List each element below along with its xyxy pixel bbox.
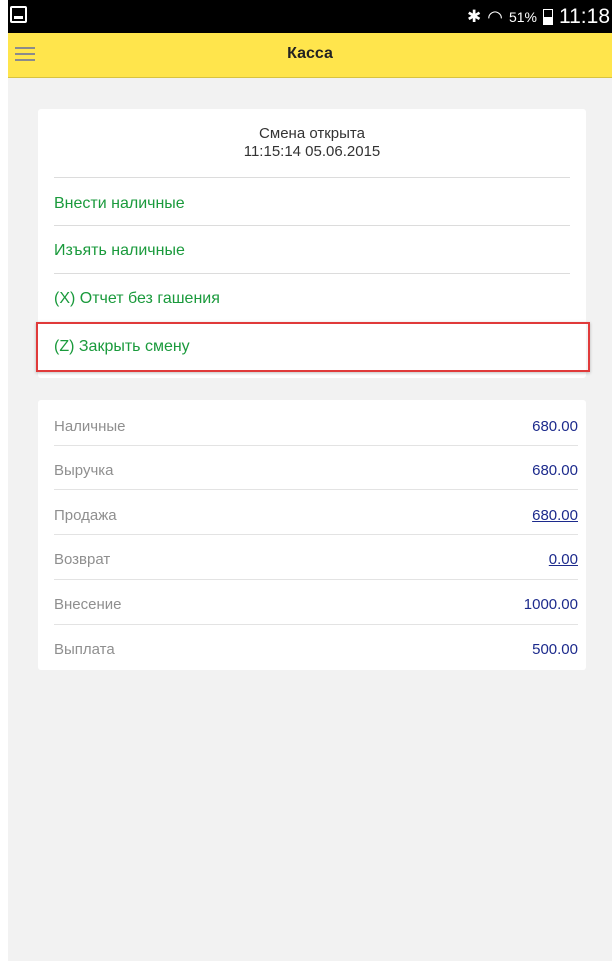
x-report-button[interactable]: (X) Отчет без гашения (54, 277, 570, 321)
summary-row-deposit: Внесение 1000.00 (54, 582, 578, 626)
shift-status-text: Смена открыта (259, 125, 365, 142)
shift-datetime: 11:15:14 05.06.2015 (243, 143, 381, 160)
status-icons: ✱ ◠ 51% 11:18 (467, 4, 610, 30)
battery-icon (543, 9, 553, 25)
sales-link[interactable]: 680.00 (532, 507, 578, 524)
screenshot-notification-icon (10, 6, 27, 23)
divider (54, 624, 578, 625)
summary-row-cash: Наличные 680.00 (54, 404, 578, 448)
phone-screen: ✱ ◠ 51% 11:18 Касса Смена открыта 11:15:… (8, 0, 612, 961)
app-bar: Касса (8, 33, 612, 78)
divider (54, 579, 578, 580)
returns-link[interactable]: 0.00 (549, 551, 578, 568)
shift-status: Смена открыта 11:15:14 05.06.2015 (38, 125, 586, 161)
summary-row-sales: Продажа 680.00 (54, 493, 578, 537)
divider (54, 225, 570, 226)
clock: 11:18 (559, 5, 610, 28)
summary-label: Выручка (54, 462, 114, 479)
divider (54, 489, 578, 490)
summary-label: Наличные (54, 418, 126, 435)
divider (54, 273, 570, 274)
summary-row-returns: Возврат 0.00 (54, 537, 578, 581)
deposit-cash-button[interactable]: Внести наличные (54, 182, 570, 226)
summary-label: Внесение (54, 596, 122, 613)
summary-value: 680.00 (532, 418, 578, 435)
page-title: Касса (287, 45, 333, 62)
summary-card: Наличные 680.00 Выручка 680.00 Продажа 6… (38, 400, 586, 670)
divider (54, 445, 578, 446)
summary-label: Возврат (54, 551, 111, 568)
status-bar: ✱ ◠ 51% 11:18 (8, 0, 612, 33)
close-shift-button[interactable]: (Z) Закрыть смену (54, 325, 570, 369)
divider (54, 534, 578, 535)
summary-label: Выплата (54, 641, 115, 658)
shift-card: Смена открыта 11:15:14 05.06.2015 Внести… (38, 109, 586, 378)
summary-label: Продажа (54, 507, 117, 524)
summary-value: 680.00 (532, 462, 578, 479)
wifi-icon: ◠ (487, 6, 503, 28)
summary-row-payout: Выплата 500.00 (54, 627, 578, 671)
divider (54, 177, 570, 178)
summary-value: 500.00 (532, 641, 578, 658)
bluetooth-icon: ✱ (467, 7, 482, 27)
summary-value: 1000.00 (523, 596, 578, 613)
summary-row-revenue: Выручка 680.00 (54, 448, 578, 492)
withdraw-cash-button[interactable]: Изъять наличные (54, 229, 570, 273)
battery-percent: 51% (508, 9, 537, 25)
